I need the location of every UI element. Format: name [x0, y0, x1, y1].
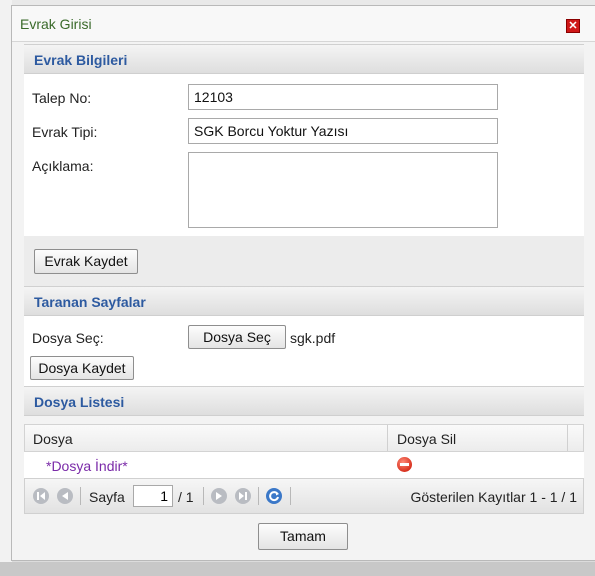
talep-no-input[interactable]: [188, 84, 498, 110]
dosya-kaydet-button[interactable]: Dosya Kaydet: [30, 356, 134, 380]
pager-separator: [258, 487, 259, 505]
column-header-dosya[interactable]: Dosya: [33, 431, 73, 447]
file-name: sgk.pdf: [290, 330, 336, 346]
taranan-sayfalar-header[interactable]: Taranan Sayfalar: [24, 286, 584, 316]
close-icon[interactable]: ✕: [566, 19, 580, 33]
talep-no-label: Talep No:: [32, 90, 92, 106]
column-header-dosya-sil[interactable]: Dosya Sil: [397, 431, 456, 447]
delete-icon[interactable]: [397, 457, 412, 472]
taranan-sayfalar-title: Taranan Sayfalar: [34, 294, 146, 310]
evrak-bilgileri-title: Evrak Bilgileri: [34, 52, 128, 68]
grid-header: Dosya Dosya Sil: [24, 424, 584, 452]
evrak-dialog: Evrak Girisi ✕ Evrak Bilgileri Talep No:…: [11, 5, 595, 561]
dosya-listesi-title: Dosya Listesi: [34, 394, 125, 410]
records-info: Gösterilen Kayıtlar 1 - 1 / 1: [410, 489, 577, 505]
evrak-bilgileri-panel: Talep No: Evrak Tipi: Açıklama:: [24, 74, 584, 236]
evrak-tipi-label: Evrak Tipi:: [32, 124, 98, 140]
aciklama-textarea[interactable]: [188, 152, 498, 228]
background-app-bottom: [0, 562, 595, 576]
dosya-indir-link[interactable]: *Dosya İndir*: [46, 458, 128, 474]
prev-page-icon[interactable]: [57, 488, 73, 504]
pager-separator: [80, 487, 81, 505]
table-row[interactable]: *Dosya İndir*: [24, 452, 584, 478]
page-total: / 1: [178, 489, 194, 505]
aciklama-label: Açıklama:: [32, 158, 94, 174]
dosya-listesi-header[interactable]: Dosya Listesi: [24, 386, 584, 416]
pager-separator: [203, 487, 204, 505]
taranan-sayfalar-panel: Dosya Seç: Dosya Seç sgk.pdf Dosya Kayde…: [24, 316, 584, 386]
last-page-icon[interactable]: [235, 488, 251, 504]
evrak-bilgileri-header[interactable]: Evrak Bilgileri: [24, 44, 584, 74]
dialog-title: Evrak Girisi: [20, 16, 92, 32]
dosya-sec-label: Dosya Seç:: [32, 330, 104, 346]
evrak-tipi-input[interactable]: [188, 118, 498, 144]
evrak-actions-band: Evrak Kaydet: [24, 236, 584, 286]
page-label: Sayfa: [89, 489, 125, 505]
file-choose-button[interactable]: Dosya Seç: [188, 325, 286, 349]
column-separator: [387, 425, 388, 451]
tamam-button[interactable]: Tamam: [258, 523, 348, 550]
next-page-icon[interactable]: [211, 488, 227, 504]
dialog-titlebar[interactable]: Evrak Girisi ✕: [12, 6, 595, 42]
pager: Sayfa / 1 Gösterilen Kayıtlar 1 - 1 / 1: [24, 478, 584, 514]
evrak-kaydet-button[interactable]: Evrak Kaydet: [34, 249, 138, 274]
column-separator: [567, 425, 568, 451]
pager-separator: [290, 487, 291, 505]
first-page-icon[interactable]: [33, 488, 49, 504]
page-number-input[interactable]: [133, 485, 173, 507]
refresh-icon[interactable]: [266, 488, 282, 504]
